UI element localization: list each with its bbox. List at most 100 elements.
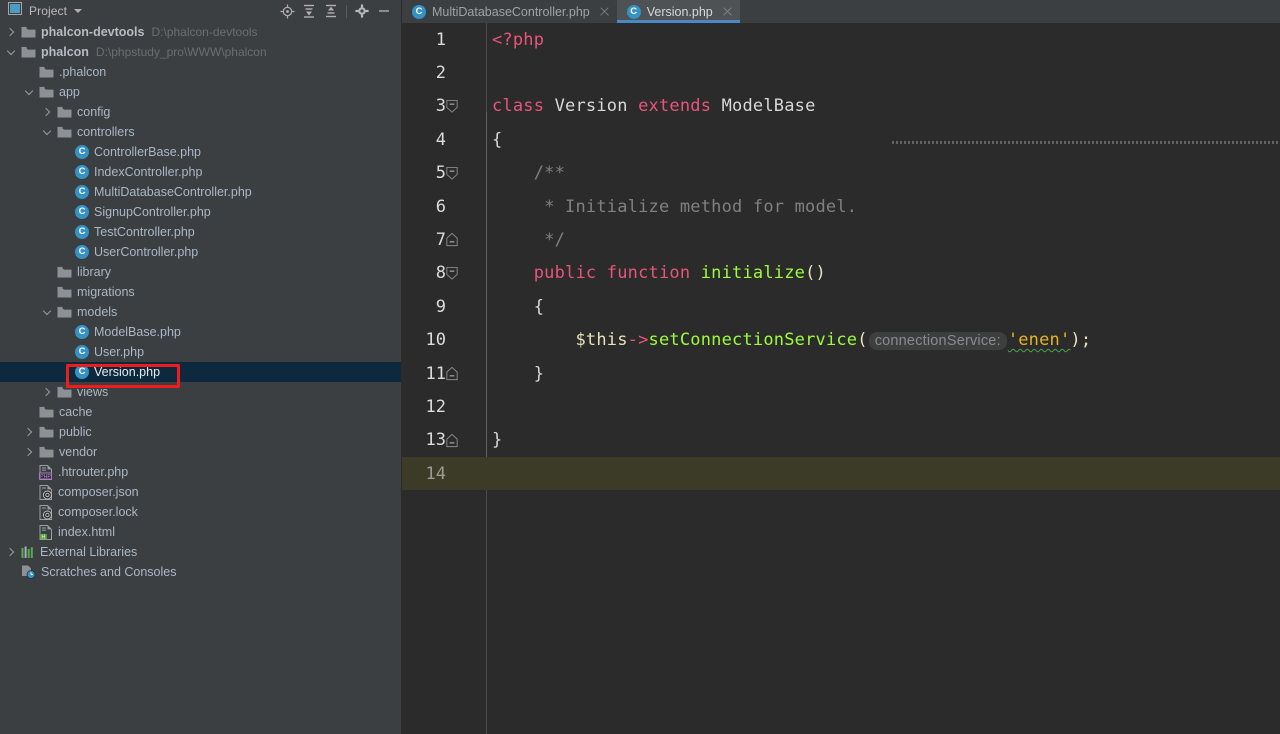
chevron-down-icon[interactable] [6,47,17,58]
code-text: } [533,363,545,384]
collapse-all-icon[interactable] [320,1,342,21]
tree-item[interactable]: Scratches and Consoles [0,562,401,582]
tree-item[interactable]: C TestController.php [0,222,401,242]
tree-item-label: SignupController.php [94,205,211,219]
tree-item[interactable]: views [0,382,401,402]
tree-item-label: .htrouter.php [58,465,129,479]
tree-item[interactable]: vendor [0,442,401,462]
chevron-right-icon[interactable] [24,427,35,438]
tree-item[interactable]: C ControllerBase.php [0,142,401,162]
chevron-right-icon[interactable] [42,387,53,398]
code-text: } [492,430,503,451]
fold-marker[interactable] [446,357,486,390]
folder-icon [57,306,72,319]
chevron-down-icon[interactable] [42,127,53,138]
tree-item[interactable]: library [0,262,401,282]
tree-item[interactable]: phalcon D:\phpstudy_pro\WWW\phalcon [0,42,401,62]
chevron-down-icon[interactable] [24,87,35,98]
tree-item-label: UserController.php [94,245,199,259]
tree-item-selected[interactable]: C Version.php [0,362,401,382]
tree-item[interactable]: phalcon-devtools D:\phalcon-devtools [0,22,401,42]
minimize-icon[interactable] [373,1,395,21]
editor-tab[interactable]: C Version.php [616,0,740,23]
close-icon[interactable] [599,6,610,17]
tree-item-label: models [77,305,118,319]
code-line[interactable]: 2 [402,56,1280,89]
code-text: * Initialize method for model. [544,196,858,217]
tree-item[interactable]: C ModelBase.php [0,322,401,342]
chevron-down-icon[interactable] [42,307,53,318]
project-file-tree[interactable]: phalcon-devtools D:\phalcon-devtools phalc… [0,22,401,734]
fold-marker[interactable] [446,157,486,190]
code-line[interactable]: 10 $this->setConnectionService(connectio… [402,324,1280,357]
tree-item[interactable]: migrations [0,282,401,302]
locate-icon[interactable] [276,1,298,21]
tree-item[interactable]: External Libraries [0,542,401,562]
tree-item[interactable]: C UserController.php [0,242,401,262]
tool-window-header: Project [0,0,401,22]
code-line-current[interactable]: 14 [402,457,1280,491]
code-line[interactable]: 8 public function initialize() [402,257,1280,290]
fold-gutter [452,56,486,89]
composer-file-icon [39,484,53,500]
gear-icon[interactable] [351,1,373,21]
php-class-icon: C [75,325,89,339]
tree-item-label: library [77,265,112,279]
tree-item[interactable]: .phalcon [0,62,401,82]
tree-item[interactable]: C IndexController.php [0,162,401,182]
close-icon[interactable] [722,6,733,17]
tree-item[interactable]: C MultiDatabaseController.php [0,182,401,202]
editor-tab-bar: C MultiDatabaseController.php C Version.php [402,0,1280,23]
tree-item[interactable]: composer.lock [0,502,401,522]
line-number: 6 [435,196,446,217]
svg-text:PHP: PHP [40,473,51,479]
code-line[interactable]: 11 } [402,357,1280,390]
php-class-icon: C [75,185,89,199]
chevron-right-icon[interactable] [42,107,53,118]
fold-marker[interactable] [446,257,486,290]
tree-item[interactable]: app [0,82,401,102]
php-class-icon: C [75,205,89,219]
editor-tab[interactable]: C MultiDatabaseController.php [402,0,617,23]
folder-icon [57,386,72,399]
code-line[interactable]: 9 { [402,290,1280,323]
code-editor[interactable]: 1 <?php 2 3 class Version extends ModelBase 4… [402,23,1280,734]
tree-item-label: views [77,385,109,399]
folder-icon [21,46,36,59]
chevron-right-icon[interactable] [24,447,35,458]
fold-marker[interactable] [446,223,486,256]
tree-item[interactable]: cache [0,402,401,422]
tree-item[interactable]: controllers [0,122,401,142]
code-line[interactable]: 7 */ [402,223,1280,256]
folder-icon [57,106,72,119]
fold-marker[interactable] [446,424,486,457]
code-line[interactable]: 5 /** [402,157,1280,190]
tree-item[interactable]: PHP .htrouter.php [0,462,401,482]
code-line[interactable]: 4{ [402,123,1280,156]
fold-marker[interactable] [446,90,486,123]
code-line[interactable]: 12 [402,390,1280,423]
expand-all-icon[interactable] [298,1,320,21]
tree-item[interactable]: C SignupController.php [0,202,401,222]
tree-item[interactable]: Hindex.html [0,522,401,542]
code-text: */ [544,230,566,251]
code-line[interactable]: 13} [402,424,1280,457]
tree-item[interactable]: composer.json [0,482,401,502]
tree-item[interactable]: public [0,422,401,442]
code-text: { [533,296,545,317]
chevron-right-icon[interactable] [6,547,17,558]
code-line[interactable]: 6 * Initialize method for model. [402,190,1280,223]
tree-item[interactable]: models [0,302,401,322]
code-line[interactable]: 3 class Version extends ModelBase [402,90,1280,123]
tree-item-label: TestController.php [94,225,195,239]
chevron-down-icon[interactable] [74,9,83,13]
code-line[interactable]: 1 <?php [402,23,1280,56]
tree-item[interactable]: C User.php [0,342,401,362]
tree-item[interactable]: config [0,102,401,122]
chevron-right-icon[interactable] [6,27,17,38]
